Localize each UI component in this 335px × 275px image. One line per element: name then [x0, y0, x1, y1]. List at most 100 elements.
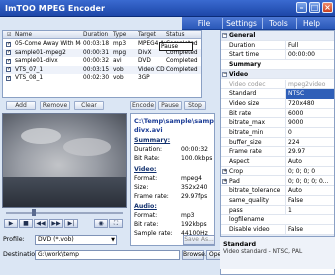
expand-icon[interactable]: +: [222, 168, 227, 174]
expand-icon[interactable]: +: [222, 178, 227, 184]
close-button[interactable]: ×: [322, 2, 333, 13]
collapse-icon[interactable]: −: [222, 71, 227, 77]
property-value[interactable]: 00:00:00: [285, 50, 334, 61]
property-value[interactable]: False: [285, 195, 334, 206]
menu-file[interactable]: File: [188, 18, 220, 29]
menu-help[interactable]: Help: [296, 18, 326, 29]
property-category[interactable]: − Video: [221, 69, 334, 80]
forward-button[interactable]: ▶▶: [49, 219, 63, 228]
property-row[interactable]: buffer_size 224: [221, 137, 334, 148]
row-checkbox[interactable]: ✓: [6, 41, 11, 47]
property-value[interactable]: 29.97: [285, 147, 334, 158]
column-duration[interactable]: Duration: [83, 31, 108, 39]
row-checkbox[interactable]: ✓: [6, 75, 11, 81]
row-name: VTS_08_1: [15, 75, 44, 82]
property-row[interactable]: Start time 00:00:00: [221, 50, 334, 61]
row-status-pause[interactable]: Pause: [159, 42, 193, 51]
menu-settings[interactable]: Settings: [222, 18, 260, 29]
property-value[interactable]: Auto: [285, 157, 334, 167]
row-target: 3GP: [138, 75, 150, 82]
seek-thumb[interactable]: [32, 209, 36, 216]
property-value[interactable]: 0; 0; 0; 0; 0...: [285, 176, 334, 187]
save-as-button[interactable]: Save As...: [183, 235, 215, 245]
summary-heading: Summary:: [134, 137, 171, 144]
video-format-label: Format:: [134, 175, 158, 182]
property-value[interactable]: Auto: [285, 186, 334, 196]
profile-select[interactable]: DVD (*.vob) ▼: [35, 235, 117, 245]
property-row[interactable]: bitrate_max 9000: [221, 118, 334, 128]
seek-bar[interactable]: [2, 209, 127, 216]
stop-playback-button[interactable]: ■: [19, 219, 33, 228]
add-button[interactable]: Add: [6, 101, 36, 110]
property-value[interactable]: 6000: [285, 108, 334, 119]
collapse-icon[interactable]: −: [222, 33, 227, 38]
property-row[interactable]: bitrate_min 0: [221, 128, 334, 138]
table-row[interactable]: ✓ sample01-divx 00:00:32 avi DVD Completed: [3, 57, 201, 66]
property-value[interactable]: False: [285, 225, 334, 235]
property-row[interactable]: same_quality False: [221, 195, 334, 206]
property-value[interactable]: 1: [285, 205, 334, 216]
row-checkbox[interactable]: ✓: [6, 50, 11, 56]
property-row[interactable]: Duration Full: [221, 40, 334, 51]
rewind-button[interactable]: ◀◀: [34, 219, 48, 228]
menu-tools[interactable]: Tools: [262, 18, 294, 29]
property-value[interactable]: mpeg2video: [285, 79, 334, 90]
property-value[interactable]: 0: [285, 128, 334, 138]
column-type[interactable]: Type: [113, 31, 126, 39]
property-value[interactable]: 224: [285, 137, 334, 148]
menu-bar: File Settings Tools Help: [182, 17, 335, 30]
property-row[interactable]: pass 1: [221, 205, 334, 216]
row-checkbox[interactable]: ✓: [6, 58, 11, 64]
property-row[interactable]: Video size 720x480: [221, 98, 334, 109]
property-value[interactable]: Full: [285, 40, 334, 51]
property-value[interactable]: 0; 0; 0; 0: [285, 166, 334, 177]
next-frame-button[interactable]: ▶|: [64, 219, 78, 228]
property-row[interactable]: + Crop 0; 0; 0; 0: [221, 166, 334, 177]
property-row[interactable]: logfilename: [221, 215, 334, 225]
property-key: Crop: [229, 167, 244, 175]
dropdown-arrow-icon[interactable]: ▼: [111, 236, 115, 244]
property-row[interactable]: + Pad 0; 0; 0; 0; 0...: [221, 176, 334, 187]
property-row[interactable]: Summary: [221, 60, 334, 70]
row-name: sample01-mpeg2: [15, 49, 66, 56]
seek-track[interactable]: [6, 212, 123, 214]
column-target[interactable]: Target: [138, 31, 156, 39]
property-value[interactable]: 720x480: [285, 98, 334, 109]
column-status[interactable]: Status: [166, 31, 184, 39]
destination-input[interactable]: G:\work\temp: [35, 250, 180, 260]
property-row[interactable]: Disable video False: [221, 225, 334, 235]
audio-format-label: Format:: [134, 212, 158, 219]
property-row[interactable]: Bit rate 6000: [221, 108, 334, 119]
row-checkbox[interactable]: ✓: [6, 67, 11, 73]
duration-label: Duration:: [134, 146, 163, 153]
audio-bitrate-label: Bit rate:: [134, 221, 159, 228]
property-row[interactable]: Standard NTSC: [221, 89, 334, 99]
fullscreen-button[interactable]: ⛶: [109, 219, 123, 228]
minimize-button[interactable]: –: [296, 2, 307, 13]
property-row[interactable]: Frame rate 29.97: [221, 147, 334, 158]
property-category[interactable]: − General: [221, 31, 334, 41]
property-key: Frame rate: [229, 148, 262, 156]
frame-rate-value: 29.97fps: [181, 193, 208, 200]
table-row[interactable]: ✓ VTS_07_1 00:03:15 vob Video CD Completed: [3, 65, 201, 75]
snapshot-button[interactable]: ◉: [94, 219, 108, 228]
row-name: sample01-divx: [15, 58, 58, 65]
browse-button[interactable]: Browse...: [182, 250, 211, 260]
header-check[interactable]: ☑: [7, 31, 12, 39]
property-key: Standard: [229, 90, 257, 98]
property-row[interactable]: Video codec mpeg2video: [221, 79, 334, 90]
stop-button[interactable]: Stop: [184, 101, 206, 110]
encode-button[interactable]: Encode: [130, 101, 156, 110]
play-button[interactable]: ▶: [4, 219, 18, 228]
remove-button[interactable]: Remove: [40, 101, 70, 110]
pause-button[interactable]: Pause: [158, 101, 182, 110]
maximize-button[interactable]: □: [309, 2, 320, 13]
table-row[interactable]: ✓ VTS_08_1 00:02:30 vob 3GP: [3, 74, 201, 83]
property-value[interactable]: 9000: [285, 118, 334, 128]
property-row[interactable]: bitrate_tolerance Auto: [221, 186, 334, 196]
property-row[interactable]: Aspect Auto: [221, 157, 334, 167]
clear-button[interactable]: Clear: [74, 101, 104, 110]
property-value[interactable]: NTSC: [285, 89, 334, 99]
column-name[interactable]: Name: [15, 31, 32, 39]
preview-cloud: [63, 138, 111, 156]
